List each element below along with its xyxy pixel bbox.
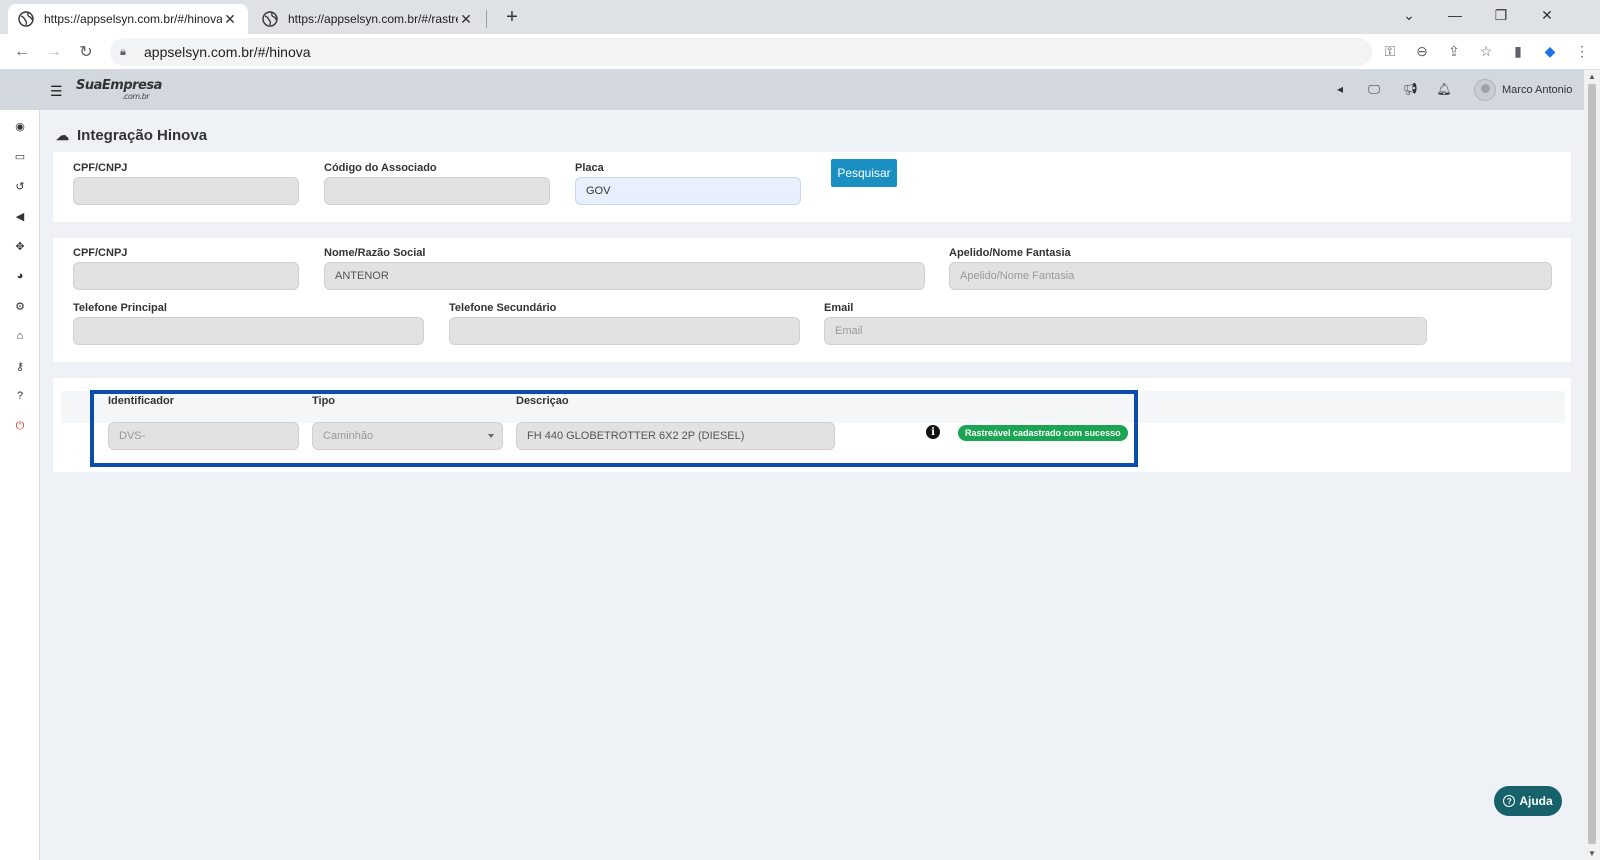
search-cpf-input[interactable]	[73, 177, 299, 205]
scroll-up-icon[interactable]: ▲	[1588, 72, 1596, 81]
highlight-box	[90, 390, 1138, 467]
sidebar-item-alerts[interactable]: ◀	[12, 208, 28, 224]
details-nome-label: Nome/Razão Social	[324, 247, 426, 259]
avatar[interactable]	[1474, 79, 1496, 101]
map-icon: ▭	[14, 150, 26, 163]
details-cpf-label: CPF/CNPJ	[73, 247, 128, 259]
tab-separator	[486, 10, 487, 28]
bell-icon[interactable]: 🔔︎	[1436, 81, 1452, 97]
details-nome-input[interactable]: ANTENOR	[324, 262, 925, 290]
sidebar: ◉ ▭ ↺ ◀ ✥ ◕ ⚙ ⌂ ⚷ ? ⏻	[0, 110, 40, 860]
history-icon: ↺	[15, 180, 25, 193]
question-circle-icon: ?	[16, 390, 24, 402]
cogs-icon: ⚙	[15, 300, 25, 313]
username[interactable]: Marco Antonio	[1502, 84, 1572, 96]
sidebar-item-help[interactable]: ?	[12, 388, 28, 404]
minimize-icon[interactable]: —	[1432, 0, 1478, 30]
app-viewport: ☰ SuaEmpresa .com.br ◂ 🖵︎ 📢︎ 🔔︎ Marco An…	[0, 70, 1584, 860]
key-icon: ⚷	[15, 360, 25, 373]
side-panel-icon[interactable]: ▮	[1508, 40, 1528, 62]
details-tel2-input[interactable]	[449, 317, 800, 345]
vertical-scrollbar[interactable]: ▲ ▼	[1584, 70, 1600, 860]
close-tab-icon[interactable]: ✕	[458, 11, 474, 28]
scroll-down-icon[interactable]: ▼	[1588, 849, 1596, 858]
details-email-label: Email	[824, 302, 854, 314]
sidebar-item-reports[interactable]: ◕	[12, 268, 28, 284]
search-placa-label: Placa	[575, 162, 604, 174]
search-panel: CPF/CNPJ Código do Associado Placa GOV P…	[53, 152, 1571, 222]
details-tel1-input[interactable]	[73, 317, 424, 345]
sidebar-item-map[interactable]: ▭	[12, 148, 28, 164]
question-circle-icon: ?	[1503, 795, 1516, 807]
logo-subtext: .com.br	[122, 92, 150, 101]
extension-icon[interactable]: ◆	[1540, 40, 1560, 62]
bank-icon: ⌂	[16, 330, 24, 342]
sidebar-item-dashboard[interactable]: ◉	[12, 118, 28, 134]
new-tab-button[interactable]: +	[500, 6, 524, 29]
sidebar-item-crosshair[interactable]: ✥	[12, 238, 28, 254]
back-icon[interactable]: ←	[10, 40, 34, 64]
megaphone-icon[interactable]: 📢︎	[1402, 81, 1418, 97]
search-codigo-label: Código do Associado	[324, 162, 437, 174]
details-cpf-input[interactable]	[73, 262, 299, 290]
sidebar-item-logout[interactable]: ⏻	[12, 418, 28, 434]
browser-tab-rastreaveis[interactable]: https://appselsyn.com.br/#/rastreaveis ✕	[252, 4, 484, 34]
details-apelido-input[interactable]: Apelido/Nome Fantasia	[949, 262, 1552, 290]
page-title: ☁ Integração Hinova	[56, 127, 207, 144]
scrollbar-thumb[interactable]	[1588, 84, 1596, 844]
palette-icon: ◉	[15, 120, 25, 133]
forward-icon[interactable]: →	[42, 40, 66, 64]
browser-tab-bar: https://appselsyn.com.br/#/hinova ✕ http…	[0, 0, 1600, 34]
details-apelido-label: Apelido/Nome Fantasia	[949, 247, 1071, 259]
help-label: Ajuda	[1519, 794, 1553, 808]
hamburger-menu-icon[interactable]: ☰	[50, 83, 63, 100]
search-button[interactable]: Pesquisar	[831, 159, 897, 187]
cloud-upload-icon: ☁	[56, 127, 69, 143]
address-bar[interactable]: 🔒︎ appselsyn.com.br/#/hinova	[110, 38, 1372, 66]
globe-icon	[18, 11, 34, 27]
tab-search-icon[interactable]: ⌄	[1386, 0, 1432, 30]
browser-tab-hinova[interactable]: https://appselsyn.com.br/#/hinova ✕	[8, 4, 248, 34]
restore-icon[interactable]: ❐	[1478, 0, 1524, 30]
monitor-icon[interactable]: 🖵︎	[1366, 81, 1382, 97]
menu-dots-icon[interactable]: ⋮	[1572, 40, 1592, 62]
details-email-input[interactable]: Email	[824, 317, 1427, 345]
logo-text: SuaEmpresa	[76, 78, 162, 93]
globe-icon	[262, 11, 278, 27]
details-panel: CPF/CNPJ Nome/Razão Social ANTENOR Apeli…	[53, 238, 1571, 362]
sidebar-item-settings[interactable]: ⚙	[12, 298, 28, 314]
power-icon: ⏻	[15, 419, 25, 432]
browser-toolbar: ← → ↻ 🔒︎ appselsyn.com.br/#/hinova ⚿ ⊖ ⇪…	[0, 34, 1600, 70]
bookmark-star-icon[interactable]: ☆	[1476, 40, 1496, 62]
tab-title: https://appselsyn.com.br/#/hinova	[44, 12, 222, 26]
address-text: appselsyn.com.br/#/hinova	[144, 44, 311, 60]
caret-left-icon[interactable]: ◂	[1332, 81, 1348, 97]
sidebar-item-history[interactable]: ↺	[12, 178, 28, 194]
megaphone-icon: ◀	[15, 210, 25, 223]
lock-icon: 🔒︎	[120, 45, 126, 58]
sidebar-item-keys[interactable]: ⚷	[12, 358, 28, 374]
help-button[interactable]: ? Ajuda	[1494, 786, 1562, 816]
tab-title: https://appselsyn.com.br/#/rastreaveis	[288, 12, 458, 26]
company-logo[interactable]: SuaEmpresa .com.br	[76, 78, 162, 101]
page-title-text: Integração Hinova	[77, 127, 208, 144]
search-codigo-input[interactable]	[324, 177, 550, 205]
crosshair-icon: ✥	[15, 240, 25, 253]
share-icon[interactable]: ⇪	[1444, 40, 1464, 62]
sidebar-item-institution[interactable]: ⌂	[12, 328, 28, 344]
zoom-out-icon[interactable]: ⊖	[1412, 40, 1432, 62]
toolbar-icons: ⚿ ⊖ ⇪ ☆ ▮ ◆ ⋮	[1380, 40, 1592, 62]
search-placa-input[interactable]: GOV	[575, 177, 801, 205]
reload-icon[interactable]: ↻	[74, 40, 98, 64]
pie-chart-icon: ◕	[16, 270, 24, 282]
key-icon[interactable]: ⚿	[1380, 40, 1400, 62]
details-tel2-label: Telefone Secundário	[449, 302, 557, 314]
close-window-icon[interactable]: ✕	[1524, 0, 1570, 30]
details-tel1-label: Telefone Principal	[73, 302, 167, 314]
close-tab-icon[interactable]: ✕	[222, 11, 238, 28]
search-cpf-label: CPF/CNPJ	[73, 162, 128, 174]
app-topbar: ☰ SuaEmpresa .com.br ◂ 🖵︎ 📢︎ 🔔︎ Marco An…	[0, 70, 1584, 110]
